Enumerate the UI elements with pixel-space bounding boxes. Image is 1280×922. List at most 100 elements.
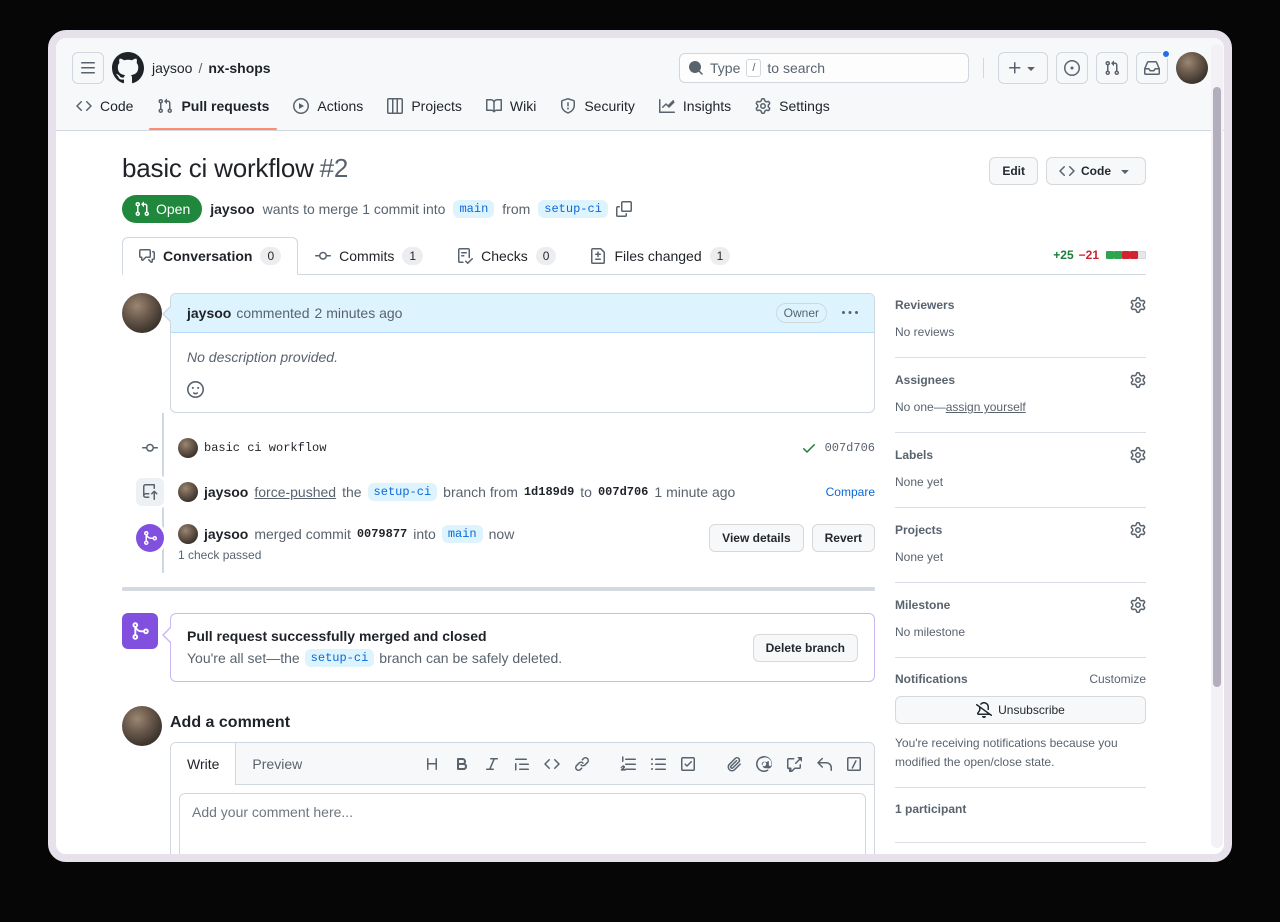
issues-button[interactable] <box>1056 52 1088 84</box>
old-sha[interactable]: 1d189d9 <box>524 485 574 499</box>
task-list-button[interactable] <box>680 756 696 772</box>
nav-tab-pull-requests[interactable]: Pull requests <box>149 94 277 130</box>
tab-commits[interactable]: Commits 1 <box>298 237 440 275</box>
italic-button[interactable] <box>484 756 500 772</box>
tab-files-changed[interactable]: Files changed 1 <box>573 237 747 275</box>
commit-author-avatar[interactable] <box>178 438 198 458</box>
check-passed-icon[interactable] <box>801 440 817 456</box>
write-tab[interactable]: Write <box>171 743 236 785</box>
gear-icon[interactable] <box>1130 597 1146 613</box>
add-reaction-button[interactable] <box>187 381 204 398</box>
comment-author[interactable]: jaysoo <box>187 305 231 321</box>
event-author[interactable]: jaysoo <box>204 526 248 542</box>
quote-button[interactable] <box>514 756 530 772</box>
event-author[interactable]: jaysoo <box>204 484 248 500</box>
timeline-end-divider <box>122 587 875 591</box>
nav-tab-settings[interactable]: Settings <box>747 94 838 130</box>
delete-branch-button[interactable]: Delete branch <box>753 634 858 662</box>
new-sha[interactable]: 007d706 <box>598 485 648 499</box>
code-dropdown-button[interactable]: Code <box>1046 157 1146 185</box>
slash-commands-button[interactable] <box>846 756 862 772</box>
event-author-avatar[interactable] <box>178 524 198 544</box>
comment-action: commented <box>236 305 309 321</box>
projects-title: Projects <box>895 523 942 537</box>
pull-requests-button[interactable] <box>1096 52 1128 84</box>
force-pushed-link[interactable]: force-pushed <box>254 484 336 500</box>
repo-push-icon <box>142 484 158 500</box>
view-details-button[interactable]: View details <box>709 524 803 552</box>
bullet-list-button[interactable] <box>650 756 666 772</box>
nav-tab-code[interactable]: Code <box>68 94 141 130</box>
event-author-avatar[interactable] <box>178 482 198 502</box>
commit-sha-link[interactable]: 007d706 <box>825 441 875 455</box>
notifications-inbox-button[interactable] <box>1136 52 1168 84</box>
copy-branch-button[interactable] <box>616 201 632 217</box>
hamburger-menu-button[interactable] <box>72 52 104 84</box>
nav-tab-projects[interactable]: Projects <box>379 94 470 130</box>
checklist-icon <box>457 248 473 264</box>
gear-icon[interactable] <box>1130 522 1146 538</box>
mention-button[interactable] <box>756 756 772 772</box>
base-branch-label[interactable]: main <box>442 525 483 543</box>
comment-menu-button[interactable] <box>842 305 858 321</box>
unsubscribe-button[interactable]: Unsubscribe <box>895 696 1146 724</box>
heading-button[interactable] <box>424 756 440 772</box>
head-branch-label[interactable]: setup-ci <box>305 649 375 667</box>
event-time[interactable]: now <box>489 526 515 542</box>
gear-icon[interactable] <box>1130 372 1146 388</box>
attach-file-button[interactable] <box>726 756 742 772</box>
assign-yourself-link[interactable]: assign yourself <box>946 400 1026 414</box>
saved-replies-button[interactable] <box>816 756 832 772</box>
commit-message[interactable]: basic ci workflow <box>204 441 326 455</box>
caret-down-icon <box>1117 163 1133 179</box>
user-avatar[interactable] <box>1176 52 1208 84</box>
breadcrumb-owner[interactable]: jaysoo <box>152 60 192 76</box>
nav-tab-wiki[interactable]: Wiki <box>478 94 544 130</box>
nav-tab-insights[interactable]: Insights <box>651 94 739 130</box>
edit-button[interactable]: Edit <box>989 157 1038 185</box>
comment-timestamp[interactable]: 2 minutes ago <box>315 305 403 321</box>
add-comment-section: Add a comment Write Preview <box>122 706 875 862</box>
milestone-body: No milestone <box>895 623 1146 641</box>
link-button[interactable] <box>574 756 590 772</box>
pr-author[interactable]: jaysoo <box>210 201 254 217</box>
revert-button[interactable]: Revert <box>812 524 875 552</box>
merged-banner-title: Pull request successfully merged and clo… <box>187 628 741 644</box>
cross-reference-button[interactable] <box>786 756 802 772</box>
tab-conversation[interactable]: Conversation 0 <box>122 237 298 275</box>
numbered-list-button[interactable] <box>620 756 636 772</box>
diff-block-red <box>1122 251 1130 259</box>
preview-tab[interactable]: Preview <box>236 743 318 784</box>
comment-textarea[interactable] <box>179 793 866 862</box>
checks-summary[interactable]: 1 check passed <box>178 548 709 562</box>
gear-icon[interactable] <box>1130 297 1146 313</box>
merge-summary-text: wants to merge 1 commit into <box>263 201 446 217</box>
event-time[interactable]: 1 minute ago <box>654 484 735 500</box>
breadcrumb-repo[interactable]: nx-shops <box>208 60 270 76</box>
merged-sha[interactable]: 0079877 <box>357 527 407 541</box>
owner-badge: Owner <box>776 303 827 323</box>
projects-body: None yet <box>895 548 1146 566</box>
scrollbar-thumb[interactable] <box>1213 87 1221 687</box>
book-icon <box>486 98 502 114</box>
nav-tab-security[interactable]: Security <box>552 94 643 130</box>
nav-tab-actions[interactable]: Actions <box>285 94 371 130</box>
tab-checks[interactable]: Checks 0 <box>440 237 573 275</box>
deletions-count: −21 <box>1079 248 1099 262</box>
gear-icon[interactable] <box>1130 447 1146 463</box>
base-branch-label[interactable]: main <box>453 200 494 218</box>
bell-slash-icon <box>976 702 992 718</box>
create-new-button[interactable] <box>998 52 1048 84</box>
github-logo[interactable] <box>112 52 144 84</box>
three-bars-icon <box>80 60 96 76</box>
customize-link[interactable]: Customize <box>1089 672 1146 686</box>
bold-button[interactable] <box>454 756 470 772</box>
comment-author-avatar[interactable] <box>122 293 162 333</box>
compare-link[interactable]: Compare <box>826 485 875 499</box>
head-branch-label[interactable]: setup-ci <box>368 483 438 501</box>
pr-state-badge: Open <box>122 195 202 223</box>
lock-conversation-button[interactable]: Lock conversation <box>895 843 1146 862</box>
head-branch-label[interactable]: setup-ci <box>538 200 608 218</box>
search-input[interactable]: Type / to search <box>679 53 969 83</box>
code-button[interactable] <box>544 756 560 772</box>
